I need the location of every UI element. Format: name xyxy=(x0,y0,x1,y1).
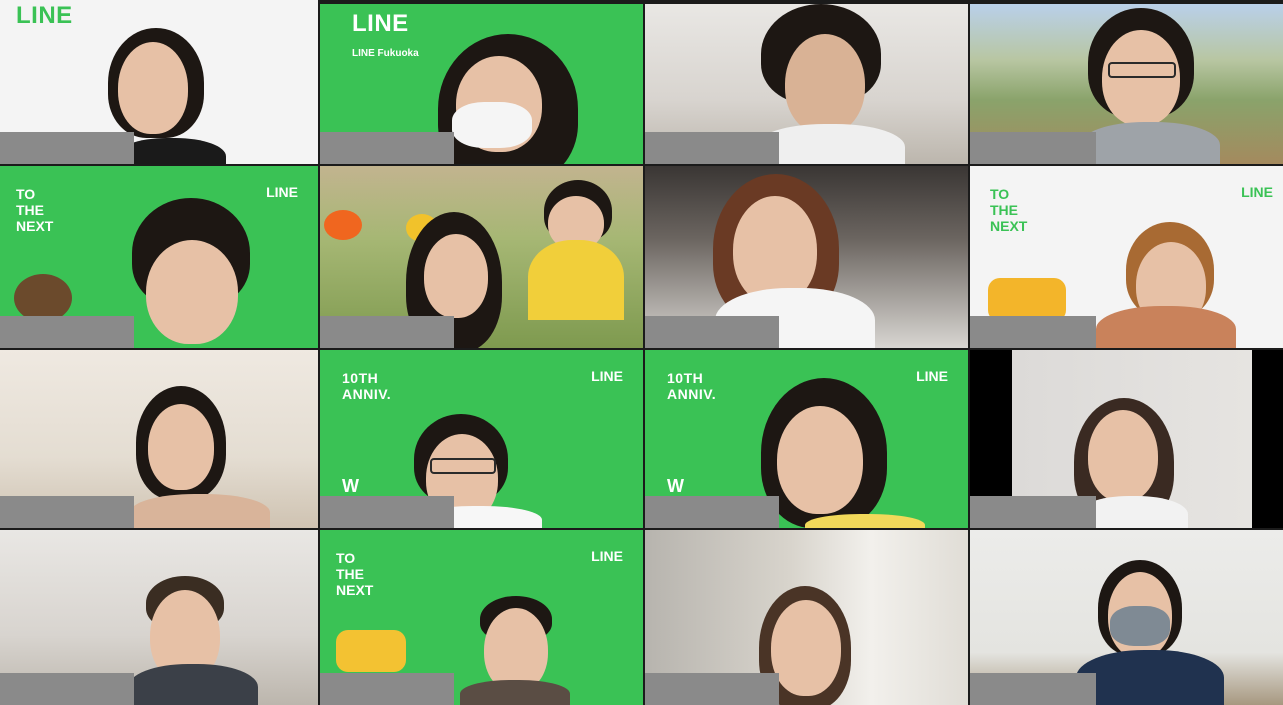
participant-name-label xyxy=(320,316,454,348)
line-logo: LINE xyxy=(591,548,623,564)
tenth-anniversary-sticker-icon xyxy=(336,630,406,672)
participant-tile-9[interactable] xyxy=(0,350,318,528)
participant-name-label xyxy=(320,496,454,528)
line-logo: LINE xyxy=(916,368,948,384)
participant-name-label xyxy=(970,673,1096,705)
participant-body xyxy=(128,664,258,705)
participant-name-label xyxy=(0,496,134,528)
participant-tile-11[interactable]: 10TH ANNIV. LINE W xyxy=(645,350,968,528)
participant-name-label xyxy=(645,316,779,348)
participant-body xyxy=(1080,122,1220,164)
participant-name-label xyxy=(645,496,779,528)
background-slogan: TO THE NEXT xyxy=(336,550,374,598)
participant-name-label xyxy=(320,673,454,705)
participant-name-label xyxy=(645,673,779,705)
background-anniversary-text: 10TH ANNIV. xyxy=(342,370,392,402)
participant-name-label xyxy=(0,132,134,164)
background-anniversary-text: 10TH ANNIV. xyxy=(667,370,717,402)
participant-tile-1[interactable]: LINE xyxy=(0,0,318,164)
participant-name-label xyxy=(320,132,454,164)
participant-tile-13[interactable] xyxy=(0,530,318,705)
participant-face xyxy=(148,404,214,490)
glasses xyxy=(1108,62,1176,78)
background-subtitle: LINE Fukuoka xyxy=(352,48,419,59)
line-logo: LINE xyxy=(352,10,409,37)
participant-face xyxy=(1102,30,1180,126)
participant-face xyxy=(777,406,863,514)
video-call-grid: LINE LINE LINE Fukuoka TO THE NEXT LINE xyxy=(0,0,1283,705)
face-mask xyxy=(452,102,532,148)
participant-face xyxy=(771,600,841,696)
orange-flower xyxy=(324,210,362,240)
participant-name-label xyxy=(970,496,1096,528)
line-logo: LINE xyxy=(591,368,623,384)
participant-face xyxy=(146,240,238,344)
child-body xyxy=(528,240,624,320)
participant-body xyxy=(460,680,570,705)
participant-tile-6[interactable] xyxy=(320,166,643,348)
participant-tile-10[interactable]: 10TH ANNIV. LINE W xyxy=(320,350,643,528)
participant-tile-8[interactable]: TO THE NEXT LINE xyxy=(970,166,1283,348)
anniversary-mark-icon: W xyxy=(667,476,684,496)
participant-face xyxy=(118,42,188,134)
participant-name-label xyxy=(645,132,779,164)
anniversary-mark-icon: W xyxy=(342,476,359,496)
background-slogan: TO THE NEXT xyxy=(16,186,54,234)
face-mask xyxy=(1110,606,1170,646)
participant-name-label xyxy=(970,132,1096,164)
background-slogan: TO THE NEXT xyxy=(990,186,1028,234)
participant-name-label xyxy=(970,316,1096,348)
participant-tile-12[interactable] xyxy=(970,350,1283,528)
line-logo: LINE xyxy=(266,184,298,200)
participant-tile-5[interactable]: TO THE NEXT LINE xyxy=(0,166,318,348)
participant-face xyxy=(785,34,865,134)
participant-tile-16[interactable] xyxy=(970,530,1283,705)
participant-face xyxy=(1088,410,1158,502)
participant-tile-15[interactable] xyxy=(645,530,968,705)
participant-tile-3[interactable] xyxy=(645,4,968,164)
participant-name-label xyxy=(0,673,134,705)
participant-body xyxy=(130,494,270,528)
character-sticker-icon xyxy=(14,274,72,322)
line-logo: LINE xyxy=(16,2,73,29)
participant-body xyxy=(805,514,925,528)
participant-tile-4[interactable] xyxy=(970,4,1283,164)
participant-tile-2[interactable]: LINE LINE Fukuoka xyxy=(320,4,643,164)
participant-face xyxy=(424,234,488,318)
line-logo: LINE xyxy=(1241,184,1273,200)
glasses xyxy=(430,458,496,474)
participant-tile-14[interactable]: TO THE NEXT LINE xyxy=(320,530,643,705)
participant-tile-7[interactable] xyxy=(645,166,968,348)
participant-name-label xyxy=(0,316,134,348)
participant-body xyxy=(1096,306,1236,348)
participant-body xyxy=(1076,650,1224,705)
